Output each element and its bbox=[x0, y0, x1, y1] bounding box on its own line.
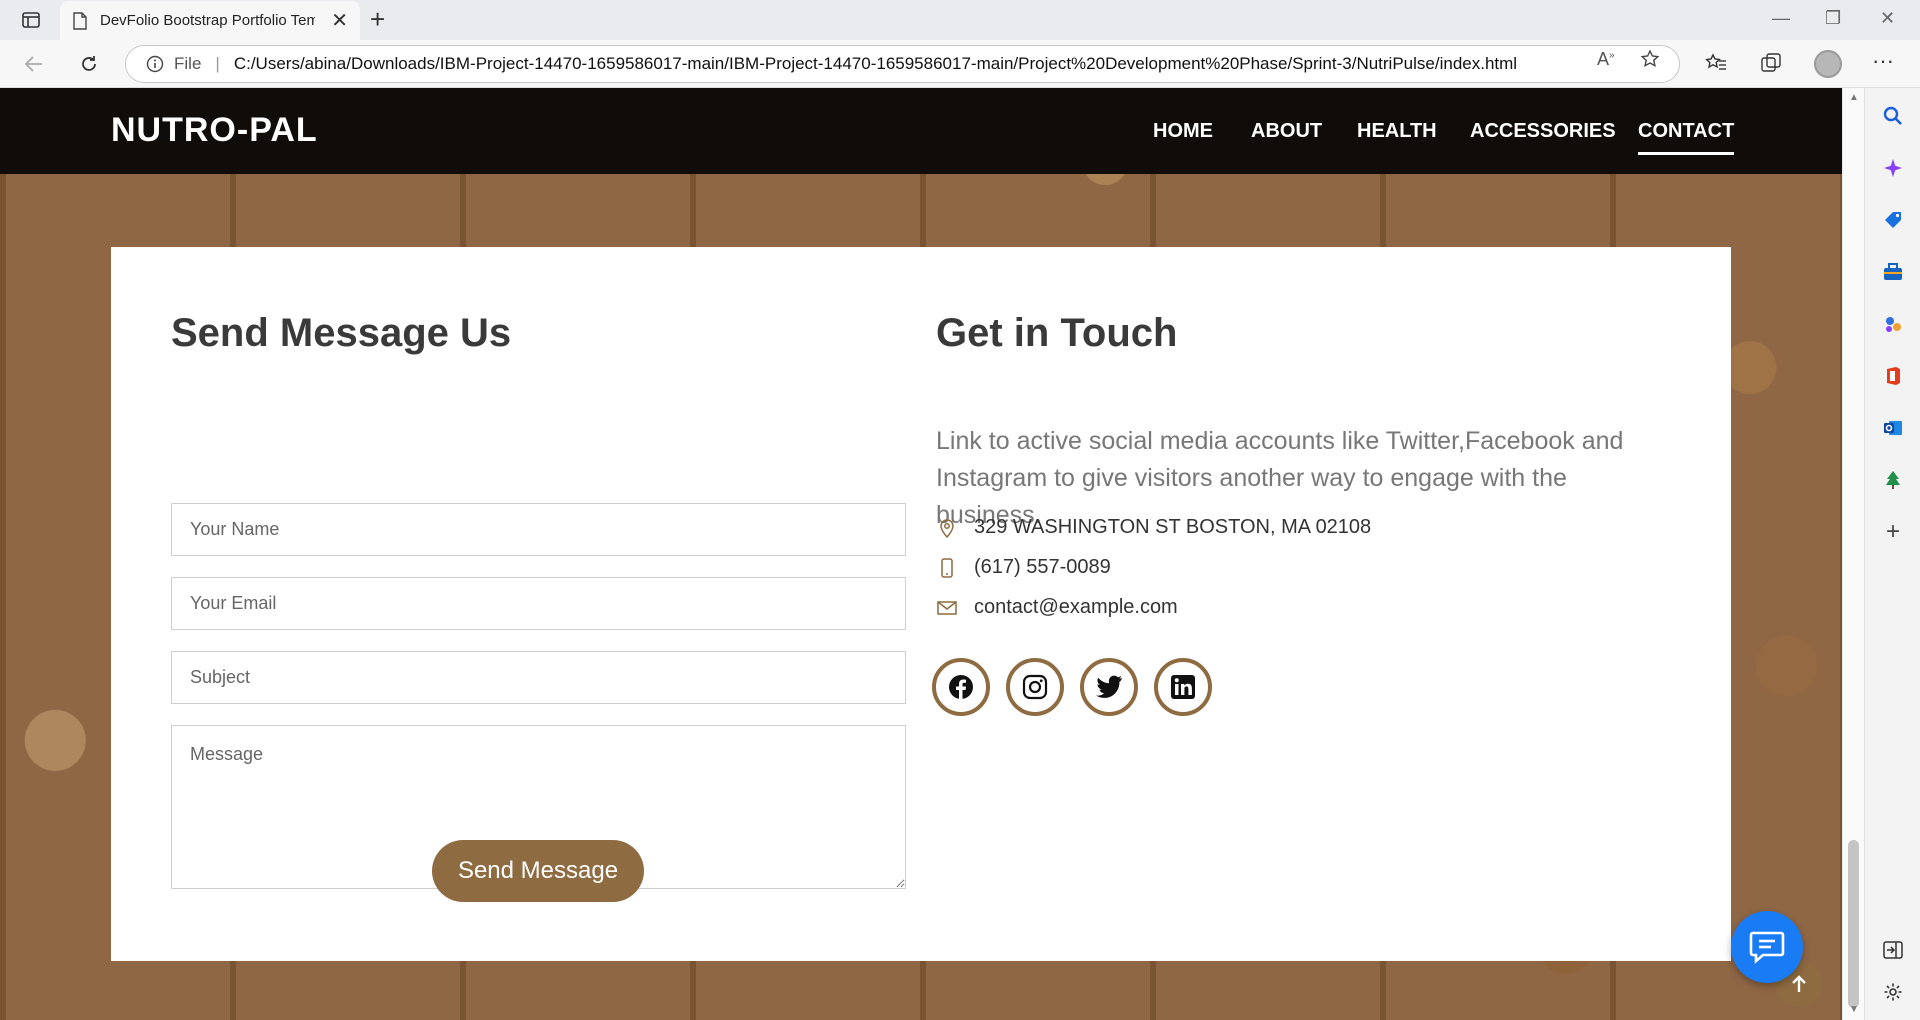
tab-actions-icon[interactable] bbox=[20, 9, 42, 31]
nav-health[interactable]: HEALTH bbox=[1357, 120, 1437, 143]
subject-input[interactable] bbox=[171, 651, 906, 704]
page-scrollbar[interactable]: ▲ ▼ bbox=[1842, 88, 1864, 1020]
linkedin-icon bbox=[1171, 675, 1195, 699]
facebook-link[interactable] bbox=[932, 658, 990, 716]
close-tab-icon[interactable]: ✕ bbox=[331, 11, 348, 31]
address-text: 329 WASHINGTON ST BOSTON, MA 02108 bbox=[974, 516, 1372, 538]
instagram-link[interactable] bbox=[1006, 658, 1064, 716]
nav-accessories[interactable]: ACCESSORIES bbox=[1470, 120, 1616, 143]
read-aloud-icon[interactable]: A» bbox=[1597, 49, 1615, 70]
send-message-button[interactable]: Send Message bbox=[432, 840, 644, 902]
favorites-icon[interactable] bbox=[1705, 52, 1727, 74]
arrow-up-icon bbox=[1792, 975, 1806, 992]
page-viewport: NUTRO-PAL HOME ABOUT HEALTH ACCESSORIES … bbox=[0, 88, 1842, 1020]
location-pin-icon bbox=[936, 517, 958, 539]
nav-home[interactable]: HOME bbox=[1153, 120, 1213, 143]
facebook-icon bbox=[949, 675, 973, 699]
nav-about[interactable]: ABOUT bbox=[1251, 120, 1322, 143]
address-row: 329 WASHINGTON ST BOSTON, MA 02108 bbox=[936, 516, 1371, 539]
search-icon[interactable] bbox=[1881, 104, 1905, 128]
more-options-icon[interactable]: ··· bbox=[1872, 48, 1894, 74]
chat-icon bbox=[1749, 931, 1785, 964]
scroll-down-arrow-icon[interactable]: ▼ bbox=[1849, 1004, 1859, 1015]
outlook-icon[interactable] bbox=[1881, 416, 1905, 440]
url-separator: | bbox=[215, 54, 220, 73]
info-icon[interactable] bbox=[146, 55, 164, 73]
url-text[interactable]: C:/Users/abina/Downloads/IBM-Project-144… bbox=[234, 54, 1517, 74]
nav-contact[interactable]: CONTACT bbox=[1638, 120, 1735, 155]
name-input[interactable] bbox=[171, 503, 906, 556]
get-in-touch-heading: Get in Touch bbox=[936, 311, 1178, 355]
profile-avatar[interactable] bbox=[1814, 50, 1842, 78]
tools-icon[interactable] bbox=[1881, 260, 1905, 284]
hide-sidebar-icon[interactable] bbox=[1881, 938, 1905, 962]
twitter-link[interactable] bbox=[1080, 658, 1138, 716]
browser-toolbar: File | C:/Users/abina/Downloads/IBM-Proj… bbox=[0, 40, 1920, 88]
shopping-tag-icon[interactable] bbox=[1881, 208, 1905, 232]
tab-title: DevFolio Bootstrap Portfolio Tem bbox=[100, 12, 315, 29]
add-sidebar-item-icon[interactable]: + bbox=[1881, 518, 1905, 545]
chat-button[interactable] bbox=[1731, 911, 1803, 983]
email-row: contact@example.com bbox=[936, 596, 1178, 619]
scroll-thumb[interactable] bbox=[1848, 840, 1859, 1008]
instagram-icon bbox=[1022, 674, 1048, 700]
new-tab-button[interactable]: + bbox=[370, 6, 385, 32]
email-input[interactable] bbox=[171, 577, 906, 630]
email-text[interactable]: contact@example.com bbox=[974, 596, 1178, 619]
copilot-icon[interactable] bbox=[1881, 156, 1905, 180]
settings-gear-icon[interactable] bbox=[1881, 980, 1905, 1004]
envelope-icon bbox=[936, 597, 958, 619]
site-brand[interactable]: NUTRO-PAL bbox=[111, 111, 318, 150]
site-navbar: NUTRO-PAL HOME ABOUT HEALTH ACCESSORIES … bbox=[0, 88, 1842, 174]
phone-icon bbox=[936, 557, 958, 579]
phone-text[interactable]: (617) 557-0089 bbox=[974, 556, 1111, 579]
form-heading: Send Message Us bbox=[171, 311, 512, 355]
back-button[interactable] bbox=[20, 50, 48, 78]
browser-sidebar: + bbox=[1864, 88, 1920, 1020]
refresh-button[interactable] bbox=[75, 50, 103, 78]
minimize-button[interactable]: — bbox=[1772, 8, 1790, 29]
address-bar[interactable]: File | C:/Users/abina/Downloads/IBM-Proj… bbox=[125, 45, 1680, 83]
restore-button[interactable]: ❐ bbox=[1825, 8, 1841, 29]
twitter-icon bbox=[1096, 675, 1122, 698]
contact-card: Send Message Us Send Message Get in Touc… bbox=[111, 247, 1731, 961]
browser-tab[interactable]: DevFolio Bootstrap Portfolio Tem ✕ bbox=[60, 1, 360, 40]
collections-icon[interactable] bbox=[1760, 52, 1782, 74]
scroll-up-arrow-icon[interactable]: ▲ bbox=[1849, 92, 1859, 103]
browser-tab-bar: DevFolio Bootstrap Portfolio Tem ✕ + — ❐… bbox=[0, 0, 1920, 40]
phone-row: (617) 557-0089 bbox=[936, 556, 1111, 579]
linkedin-link[interactable] bbox=[1154, 658, 1212, 716]
url-scheme-label: File bbox=[174, 54, 202, 73]
add-favorite-icon[interactable] bbox=[1640, 49, 1660, 69]
page-icon bbox=[73, 11, 87, 30]
tree-icon[interactable] bbox=[1881, 468, 1905, 492]
close-window-button[interactable]: ✕ bbox=[1880, 8, 1895, 29]
games-icon[interactable] bbox=[1881, 312, 1905, 336]
office-icon[interactable] bbox=[1881, 364, 1905, 388]
